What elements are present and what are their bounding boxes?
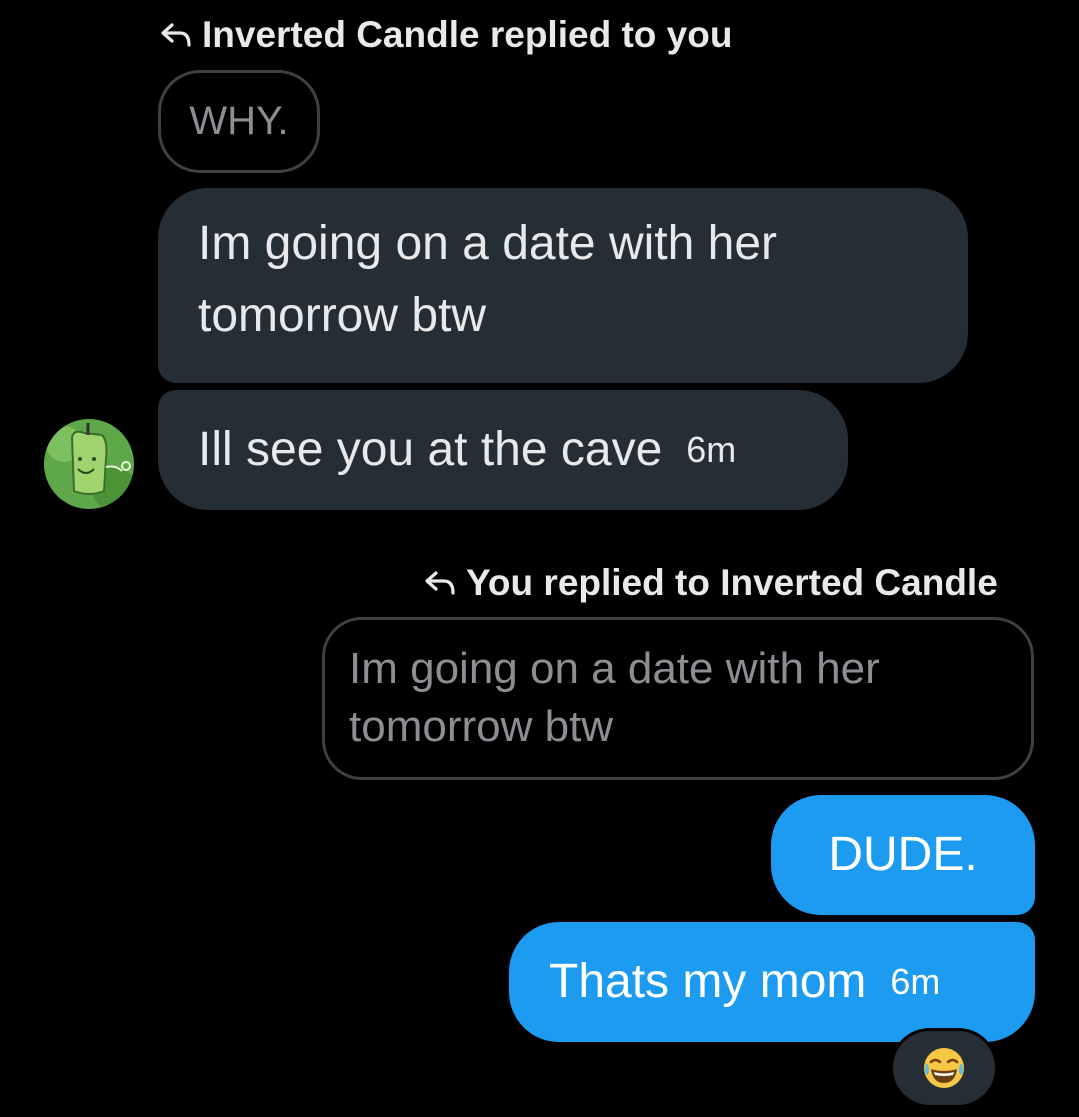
message-text: Ill see you at the cave [198,423,663,476]
message-text: Thats my mom [549,955,867,1008]
message-timestamp: 6m [890,961,941,1002]
sent-message-bubble[interactable]: DUDE. [771,795,1035,915]
quoted-message-line: Im going on a date with her [349,644,880,693]
sent-reply-context: You replied to Inverted Candle [424,562,998,604]
received-reply-label: Inverted Candle replied to you [202,14,733,55]
message-text-line: tomorrow btw [198,289,487,342]
reply-arrow-icon [425,571,455,595]
quoted-message[interactable]: Im going on a date with her tomorrow btw [322,617,1034,780]
quoted-message[interactable]: WHY. [158,70,320,173]
message-text-line: Im going on a date with her [198,217,778,270]
green-candle-avatar-icon [44,419,134,509]
quoted-message-text: WHY. [189,99,289,143]
reply-arrow-icon [161,23,191,47]
received-reply-context: Inverted Candle replied to you [160,14,732,56]
message-timestamp: 6m [686,429,737,470]
received-message-bubble[interactable]: Ill see you at the cave 6m [158,390,848,510]
message-reaction[interactable] [890,1028,998,1108]
received-message-bubble[interactable]: Im going on a date with her tomorrow btw [158,188,968,383]
laughing-crying-emoji-icon [924,1048,964,1088]
sent-message-bubble[interactable]: Thats my mom 6m [509,922,1035,1042]
quoted-message-line: tomorrow btw [349,702,614,751]
message-text: DUDE. [828,828,978,881]
sender-avatar[interactable] [44,419,134,509]
sent-reply-label: You replied to Inverted Candle [466,562,998,603]
